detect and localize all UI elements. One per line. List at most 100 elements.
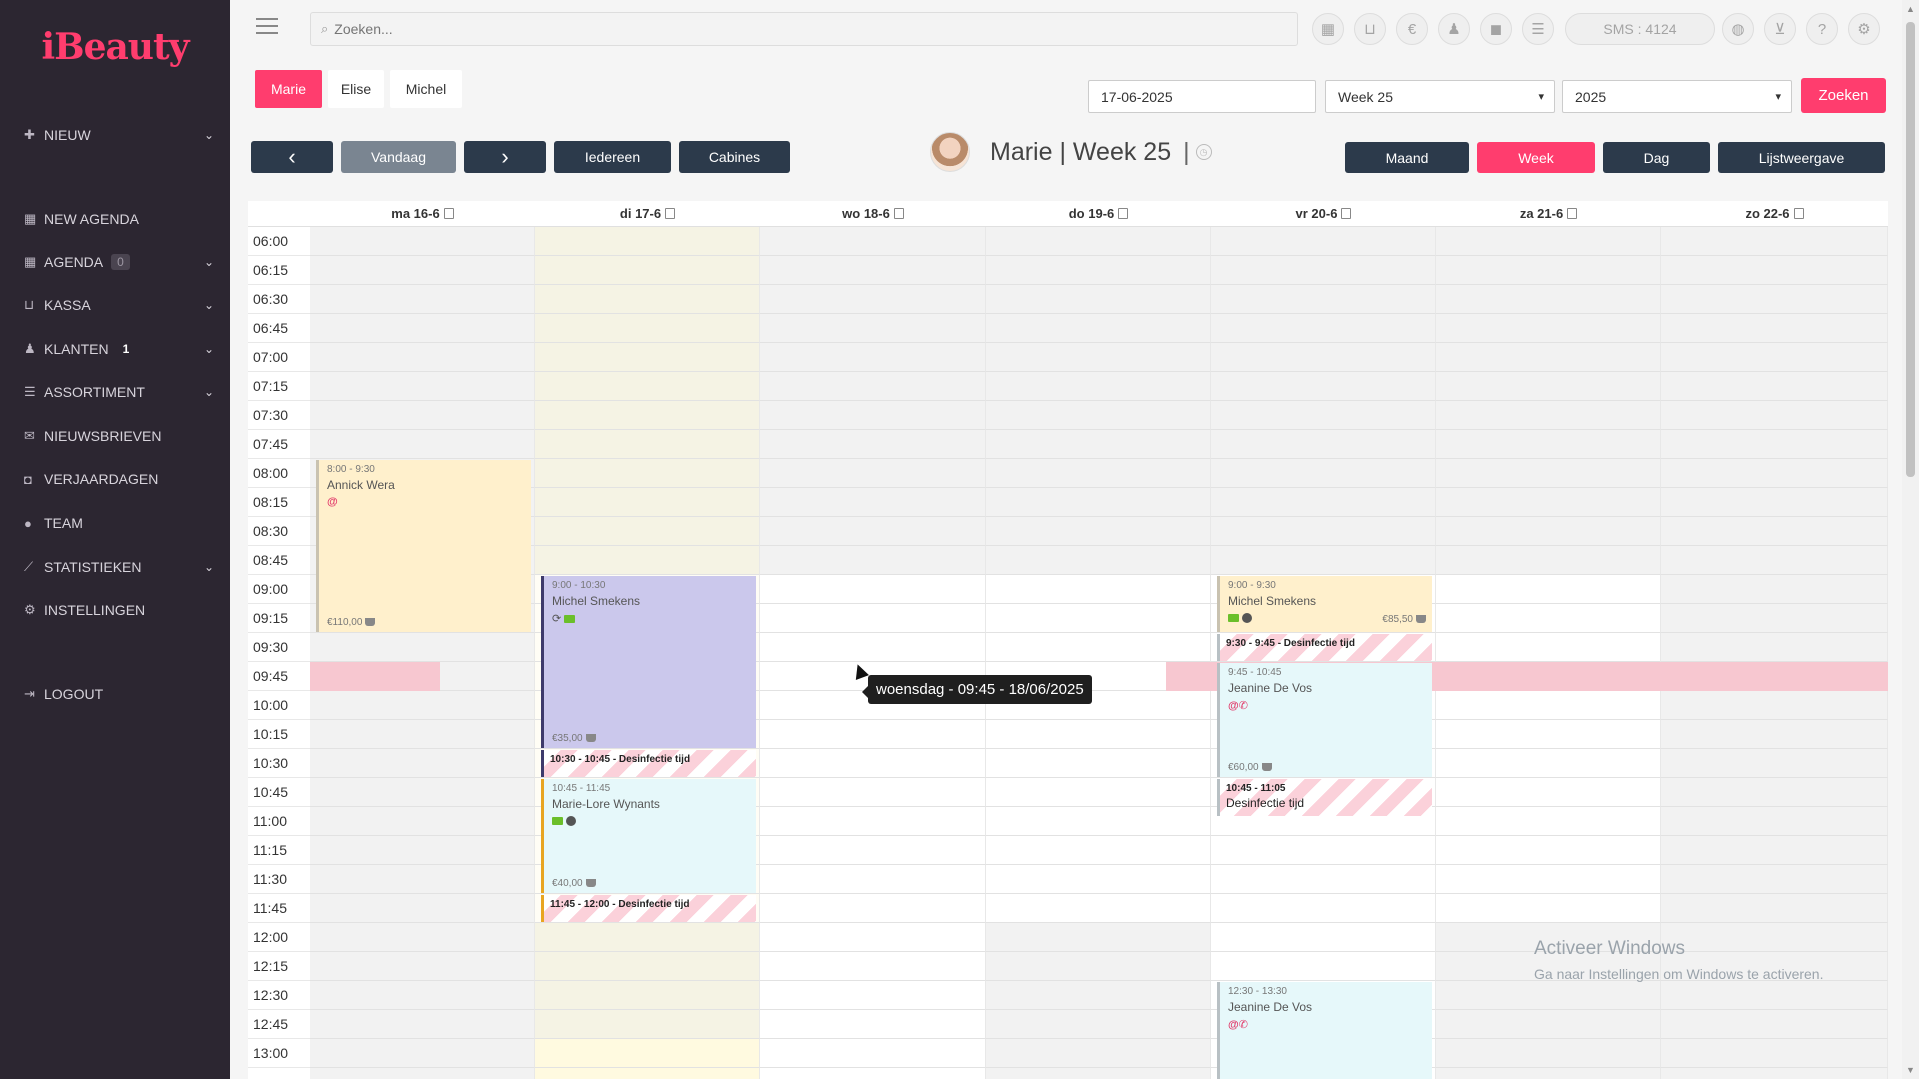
time-slot[interactable]	[986, 314, 1211, 343]
view-day-button[interactable]: Dag	[1603, 142, 1710, 173]
time-slot[interactable]	[986, 807, 1211, 836]
time-slot[interactable]	[986, 749, 1211, 778]
time-slot[interactable]	[986, 256, 1211, 285]
time-slot[interactable]	[1436, 459, 1661, 488]
note-icon[interactable]	[443, 208, 454, 219]
time-slot[interactable]	[1436, 778, 1661, 807]
appointment-card[interactable]: 10:45 - 11:45 Marie-Lore Wynants €40,00	[541, 779, 756, 893]
time-slot[interactable]	[760, 807, 986, 836]
time-slot[interactable]	[760, 749, 986, 778]
note-icon[interactable]	[1567, 208, 1578, 219]
employee-tab-elise[interactable]: Elise	[328, 70, 384, 108]
time-slot[interactable]	[535, 952, 760, 981]
week-select[interactable]: Week 25 ▾	[1325, 80, 1555, 113]
help-icon[interactable]: ?	[1806, 13, 1838, 45]
time-slot[interactable]	[310, 865, 535, 894]
time-slot[interactable]	[760, 778, 986, 807]
time-slot[interactable]	[986, 488, 1211, 517]
view-week-button[interactable]: Week	[1477, 142, 1595, 173]
time-slot[interactable]	[986, 227, 1211, 256]
time-slot[interactable]	[986, 981, 1211, 1010]
time-slot[interactable]	[1211, 372, 1436, 401]
time-slot[interactable]	[760, 401, 986, 430]
time-slot[interactable]	[760, 1068, 986, 1079]
search-field[interactable]: ⌕	[310, 12, 1298, 46]
time-slot[interactable]	[986, 633, 1211, 662]
users-icon[interactable]: ♟	[1438, 13, 1470, 45]
sidebar-item-instellingen[interactable]: ⚙ INSTELLINGEN	[24, 595, 214, 625]
time-slot[interactable]	[1661, 836, 1888, 865]
time-slot[interactable]	[1436, 720, 1661, 749]
euro-icon[interactable]: €	[1396, 13, 1428, 45]
time-slot[interactable]	[535, 314, 760, 343]
time-slot[interactable]	[986, 285, 1211, 314]
disinfection-block[interactable]: 11:45 - 12:00 - Desinfectie tijd	[541, 895, 756, 922]
time-slot[interactable]	[760, 575, 986, 604]
day-header[interactable]: do 19-6	[986, 201, 1211, 227]
time-slot[interactable]	[760, 227, 986, 256]
time-slot[interactable]	[1661, 488, 1888, 517]
time-slot[interactable]	[760, 604, 986, 633]
time-slot[interactable]	[986, 720, 1211, 749]
day-header[interactable]: vr 20-6	[1211, 201, 1436, 227]
basket-icon[interactable]: ⊔	[1354, 13, 1386, 45]
time-slot[interactable]	[1661, 1039, 1888, 1068]
hover-row-highlight[interactable]	[310, 662, 440, 691]
time-slot[interactable]	[1661, 314, 1888, 343]
time-slot[interactable]	[310, 807, 535, 836]
time-slot[interactable]	[310, 691, 535, 720]
time-slot[interactable]	[1211, 401, 1436, 430]
note-icon[interactable]	[1341, 208, 1352, 219]
sidebar-item-new-agenda[interactable]: ▦ NEW AGENDA	[24, 204, 214, 234]
time-slot[interactable]	[1211, 865, 1436, 894]
time-slot[interactable]	[1661, 285, 1888, 314]
time-slot[interactable]	[986, 575, 1211, 604]
time-slot[interactable]	[1211, 314, 1436, 343]
time-slot[interactable]	[760, 720, 986, 749]
time-slot[interactable]	[1436, 1068, 1661, 1079]
search-button[interactable]: Zoeken	[1801, 78, 1886, 113]
scrollbar-thumb[interactable]	[1906, 22, 1915, 477]
time-slot[interactable]	[986, 372, 1211, 401]
time-slot[interactable]	[1661, 517, 1888, 546]
time-slot[interactable]	[535, 981, 760, 1010]
time-slot[interactable]	[760, 430, 986, 459]
time-slot[interactable]	[1211, 836, 1436, 865]
time-slot[interactable]	[1661, 546, 1888, 575]
time-slot[interactable]	[310, 633, 535, 662]
time-slot[interactable]	[1436, 865, 1661, 894]
time-slot[interactable]	[760, 836, 986, 865]
time-slot[interactable]	[1661, 430, 1888, 459]
time-slot[interactable]	[986, 778, 1211, 807]
time-slot[interactable]	[310, 343, 535, 372]
sidebar-item-klanten[interactable]: ♟ KLANTEN 1 ⌄	[24, 334, 214, 364]
time-slot[interactable]	[760, 314, 986, 343]
time-slot[interactable]	[1436, 604, 1661, 633]
time-slot[interactable]	[1661, 227, 1888, 256]
time-slot[interactable]	[760, 633, 986, 662]
time-slot[interactable]	[986, 894, 1211, 923]
sidebar-item-team[interactable]: ● TEAM	[24, 508, 214, 538]
time-slot[interactable]	[1211, 256, 1436, 285]
time-slot[interactable]	[1661, 1010, 1888, 1039]
appointment-card[interactable]: 9:45 - 10:45 Jeanine De Vos @✆ €60,00	[1217, 663, 1432, 777]
time-slot[interactable]	[310, 1068, 535, 1079]
note-icon[interactable]	[1793, 208, 1804, 219]
scroll-up-icon[interactable]: ▲	[1906, 4, 1915, 14]
day-header[interactable]: di 17-6	[535, 201, 760, 227]
disinfection-block[interactable]: 9:30 - 9:45 - Desinfectie tijd	[1217, 634, 1432, 661]
time-slot[interactable]	[310, 401, 535, 430]
everyone-button[interactable]: Iedereen	[554, 141, 671, 173]
time-slot[interactable]	[1661, 401, 1888, 430]
time-slot[interactable]	[535, 430, 760, 459]
disinfection-block[interactable]: 10:30 - 10:45 - Desinfectie tijd	[541, 750, 756, 777]
time-slot[interactable]	[1211, 430, 1436, 459]
time-slot[interactable]	[1661, 981, 1888, 1010]
time-slot[interactable]	[986, 604, 1211, 633]
time-slot[interactable]	[1436, 343, 1661, 372]
appointment-card[interactable]: 9:00 - 9:30 Michel Smekens €85,50	[1217, 576, 1432, 632]
time-slot[interactable]	[1211, 285, 1436, 314]
time-slot[interactable]	[986, 1010, 1211, 1039]
time-slot[interactable]	[1661, 778, 1888, 807]
appointment-card[interactable]: 12:30 - 13:30 Jeanine De Vos @✆	[1217, 982, 1432, 1079]
